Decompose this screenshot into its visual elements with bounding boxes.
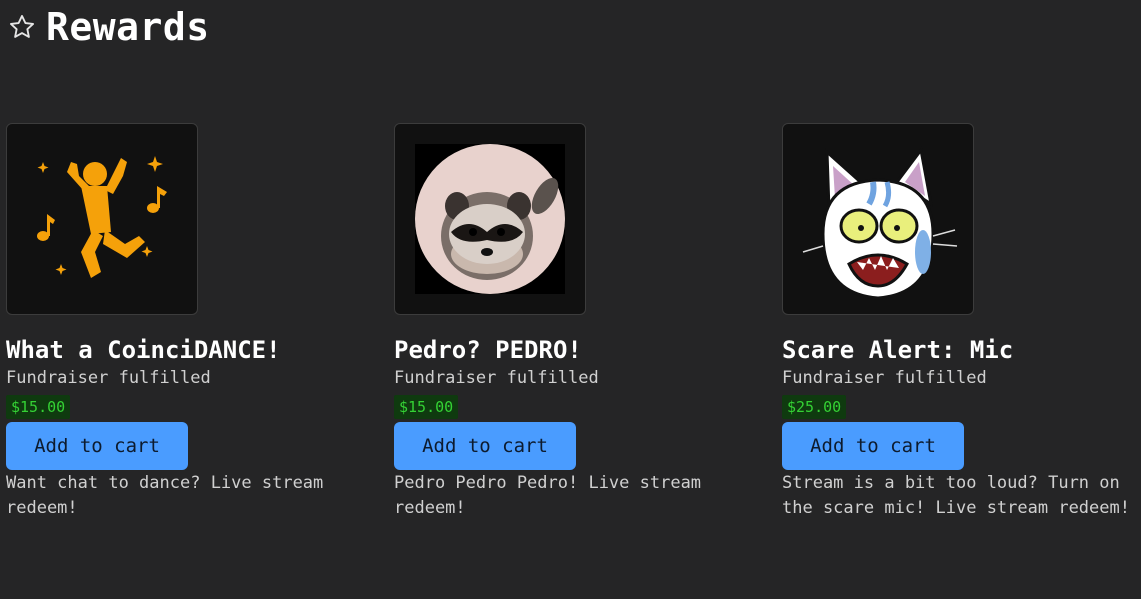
reward-description: Stream is a bit too loud? Turn on the sc… (782, 473, 1130, 518)
reward-thumbnail[interactable] (6, 123, 198, 315)
reward-description: Pedro Pedro Pedro! Live stream redeem! (394, 473, 702, 518)
reward-title: Scare Alert: Mic (782, 336, 1014, 364)
add-to-cart-button[interactable]: Add to cart (782, 422, 964, 470)
raccoon-image (415, 144, 565, 294)
reward-thumbnail[interactable] (394, 123, 586, 315)
reward-price-badge: $15.00 (6, 395, 71, 419)
reward-status: Fundraiser fulfilled (6, 368, 211, 388)
rewards-page: Rewards What a CoinciDANCE! Fundraiser f… (0, 0, 1141, 599)
star-outline-icon (9, 14, 35, 38)
reward-status: Fundraiser fulfilled (394, 368, 599, 388)
reward-price-badge: $25.00 (782, 395, 847, 419)
add-to-cart-button[interactable]: Add to cart (394, 422, 576, 470)
reward-description: Want chat to dance? Live stream redeem! (6, 473, 324, 518)
reward-title: Pedro? PEDRO! (394, 336, 582, 364)
reward-price-badge: $15.00 (394, 395, 459, 419)
reward-thumbnail[interactable] (782, 123, 974, 315)
reward-status: Fundraiser fulfilled (782, 368, 987, 388)
page-header: Rewards (8, 4, 210, 50)
dancing-figure-icon (37, 156, 167, 278)
reward-title: What a CoinciDANCE! (6, 336, 281, 364)
scared-cat-image (802, 146, 958, 300)
page-title: Rewards (46, 5, 210, 49)
add-to-cart-button[interactable]: Add to cart (6, 422, 188, 470)
